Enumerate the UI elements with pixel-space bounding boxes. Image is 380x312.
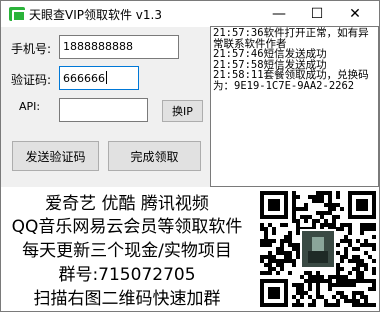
title-bar[interactable]: 天眼查VIP领取软件 v1.3 — ☐ ✕ (1, 1, 379, 27)
log-line: 21:57:36软件打开正常，如有异常联系软件作者 (213, 27, 369, 50)
code-label: 验证码: (11, 73, 52, 87)
log-line: 21:57:46短信发送成功 (213, 48, 327, 60)
ad-banner: 爱奇艺 优酷 腾讯视频 QQ音乐网易云会员等领取软件 每天更新三个现金/实物项目… (1, 187, 379, 311)
phone-input[interactable]: 1888888888 (59, 35, 179, 59)
minimize-button[interactable]: — (259, 1, 299, 27)
ad-line-5: 扫描右图二维码快速加群 (33, 289, 221, 309)
app-window: 天眼查VIP领取软件 v1.3 — ☐ ✕ 手机号: 1888888888 验证… (0, 0, 380, 312)
window-title: 天眼查VIP领取软件 v1.3 (29, 8, 162, 22)
switch-ip-button[interactable]: 换IP (162, 100, 203, 122)
qr-code-icon (259, 187, 379, 311)
complete-claim-button[interactable]: 完成领取 (108, 141, 201, 171)
ad-line-1: 爱奇艺 优酷 腾讯视频 (45, 194, 209, 214)
phone-input-value: 1888888888 (63, 40, 133, 53)
phone-label: 手机号: (11, 42, 52, 56)
close-button[interactable]: ✕ (335, 1, 375, 27)
maximize-button[interactable]: ☐ (297, 1, 337, 27)
log-output[interactable]: 21:57:36软件打开正常，如有异常联系软件作者 21:57:46短信发送成功… (210, 26, 379, 187)
app-icon (9, 7, 26, 22)
ad-line-2: QQ音乐网易云会员等领取软件 (11, 217, 243, 237)
code-input-value: 666666 (63, 72, 105, 85)
ad-line-4: 群号:715072705 (58, 265, 196, 285)
send-code-button[interactable]: 发送验证码 (12, 141, 99, 171)
api-input[interactable] (59, 98, 148, 122)
code-input[interactable]: 666666 (59, 66, 139, 90)
text-caret (106, 71, 107, 84)
api-label: API: (19, 100, 41, 113)
log-line: 21:58:11套餐领取成功，兑换码为：9E19-1C7E-9AA2-2262 (213, 69, 369, 92)
ad-line-3: 每天更新三个现金/实物项目 (22, 241, 232, 261)
